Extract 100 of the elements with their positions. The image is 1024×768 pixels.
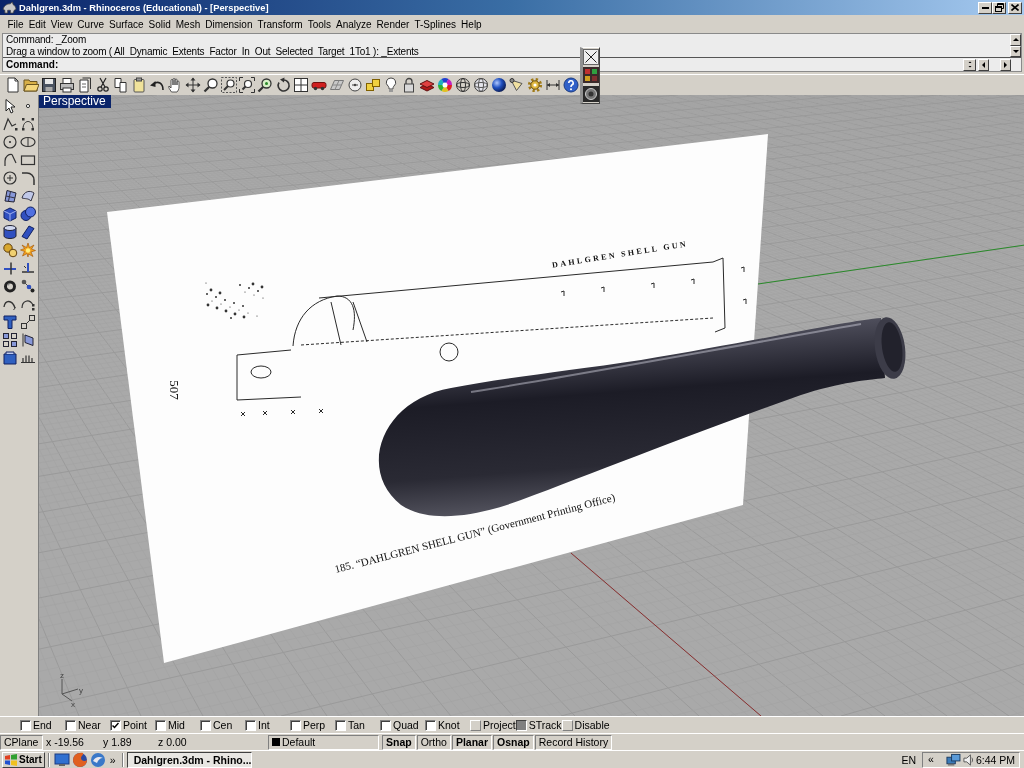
menu-item[interactable]: Solid — [146, 18, 174, 30]
language-indicator[interactable]: EN — [899, 753, 918, 766]
checkbox[interactable] — [290, 719, 301, 731]
checkbox[interactable] — [335, 719, 346, 731]
osnap-label[interactable]: Cen — [213, 719, 233, 731]
osnap-label[interactable]: Project — [483, 719, 516, 731]
checkbox[interactable] — [245, 719, 256, 731]
grid-icon[interactable] — [293, 77, 309, 93]
tray-expand-button[interactable]: « — [926, 753, 936, 766]
gear-icon[interactable] — [527, 77, 543, 93]
osnap-label[interactable]: Mid — [168, 719, 185, 731]
start-button[interactable]: Start — [2, 751, 45, 768]
menu-item[interactable]: Edit — [26, 18, 49, 30]
checkbox[interactable] — [20, 719, 31, 731]
menu-item[interactable]: Dimension — [202, 18, 255, 30]
polyline-icon[interactable] — [2, 116, 18, 132]
osnap-label[interactable]: Near — [78, 719, 101, 731]
ghosted-sphere-icon[interactable] — [473, 77, 489, 93]
osnap-label[interactable]: Tan — [348, 719, 365, 731]
osnap-label[interactable]: Disable — [574, 719, 610, 731]
slanted-plane-icon[interactable] — [20, 224, 36, 240]
mirror-icon[interactable] — [20, 332, 36, 348]
surface-patch-icon[interactable] — [2, 188, 18, 204]
layers-icon[interactable] — [419, 77, 435, 93]
t-block-icon[interactable] — [2, 314, 18, 330]
four-way-arrows-icon[interactable] — [185, 77, 201, 93]
status-toggle[interactable]: Planar — [451, 734, 493, 750]
magnifier-dot-icon[interactable] — [257, 77, 273, 93]
dashed-box-magnifier-icon[interactable] — [221, 77, 237, 93]
globe-icon[interactable] — [89, 751, 106, 768]
color-grid-icon[interactable] — [583, 67, 599, 84]
dimension-icon[interactable] — [545, 77, 561, 93]
minimize-button[interactable] — [978, 1, 992, 14]
status-toggle[interactable]: Osnap — [493, 734, 534, 750]
circle-icon[interactable] — [2, 134, 18, 150]
scroll-left-button[interactable] — [978, 58, 989, 71]
restore-button[interactable] — [992, 1, 1006, 14]
circular-arrow-icon[interactable] — [275, 77, 291, 93]
speaker-icon[interactable] — [962, 752, 974, 767]
menu-item[interactable]: Transform — [254, 18, 306, 30]
scale-squares-icon[interactable] — [20, 314, 36, 330]
scroll-up-button[interactable] — [1010, 34, 1021, 46]
control-point-curve-icon[interactable] — [20, 116, 36, 132]
menu-item[interactable]: Mesh — [173, 18, 203, 30]
checkbox[interactable] — [380, 719, 391, 731]
rectangle-icon[interactable] — [20, 152, 36, 168]
dots-icon[interactable] — [20, 278, 36, 294]
close-icon[interactable] — [583, 49, 599, 66]
scroll-right-button[interactable] — [1000, 58, 1011, 71]
menu-item[interactable]: Surface — [106, 18, 146, 30]
select-arrow-icon[interactable] — [2, 98, 18, 114]
cplane-pane[interactable]: CPlane — [0, 734, 43, 750]
menu-item[interactable]: View — [48, 18, 75, 30]
spinner-button[interactable] — [963, 58, 976, 71]
menu-item[interactable]: T-Splines — [411, 18, 459, 30]
menu-item[interactable]: File — [5, 18, 27, 30]
curved-surface-icon[interactable] — [20, 188, 36, 204]
squares-grid-icon[interactable] — [2, 332, 18, 348]
close-button[interactable] — [1008, 1, 1022, 14]
wireframe-sphere-icon[interactable] — [455, 77, 471, 93]
color-wheel-icon[interactable] — [437, 77, 453, 93]
status-toggle[interactable]: Snap — [382, 734, 416, 750]
checkbox[interactable] — [155, 719, 166, 731]
osnap-label[interactable]: STrack — [528, 719, 562, 731]
layer-pane[interactable]: Default — [268, 734, 379, 750]
osnap-label[interactable]: Quad — [393, 719, 419, 731]
network-icon[interactable] — [945, 751, 961, 768]
menu-item[interactable]: Tools — [305, 18, 334, 30]
osnap-label[interactable]: Knot — [438, 719, 460, 731]
status-toggle[interactable]: Ortho — [416, 734, 451, 750]
osnap-label[interactable]: End — [33, 719, 52, 731]
menu-item[interactable]: Help — [458, 18, 485, 30]
globe-icon[interactable] — [71, 751, 88, 768]
squares-icon[interactable] — [365, 77, 381, 93]
checkbox[interactable] — [515, 719, 527, 731]
t-junction-icon[interactable] — [2, 260, 18, 276]
scroll-down-button[interactable] — [1010, 45, 1021, 57]
checkbox[interactable] — [110, 719, 121, 731]
blobs-icon[interactable] — [2, 242, 18, 258]
checkbox[interactable] — [425, 719, 436, 731]
more-button[interactable]: » — [106, 752, 119, 767]
magnifier-icon[interactable] — [203, 77, 219, 93]
checkbox[interactable] — [65, 719, 76, 731]
page-icon[interactable] — [77, 77, 93, 93]
menu-item[interactable]: Curve — [74, 18, 107, 30]
fillet-curve-icon[interactable] — [20, 170, 36, 186]
osnap-label[interactable]: Point — [123, 719, 147, 731]
taskbar-button[interactable]: Dahlgren.3dm - Rhino... — [126, 751, 252, 768]
help-icon[interactable] — [563, 77, 579, 93]
viewport-title[interactable]: Perspective — [39, 95, 111, 108]
hand-icon[interactable] — [167, 77, 183, 93]
arc-icon[interactable] — [2, 152, 18, 168]
lock-icon[interactable] — [401, 77, 417, 93]
printer-icon[interactable] — [59, 77, 75, 93]
ring-icon[interactable] — [2, 278, 18, 294]
circle-crosshair-icon[interactable] — [2, 170, 18, 186]
checkbox[interactable] — [200, 719, 211, 731]
copy-icon[interactable] — [113, 77, 129, 93]
cylinder-icon[interactable] — [2, 224, 18, 240]
menu-item[interactable]: Analyze — [333, 18, 375, 30]
